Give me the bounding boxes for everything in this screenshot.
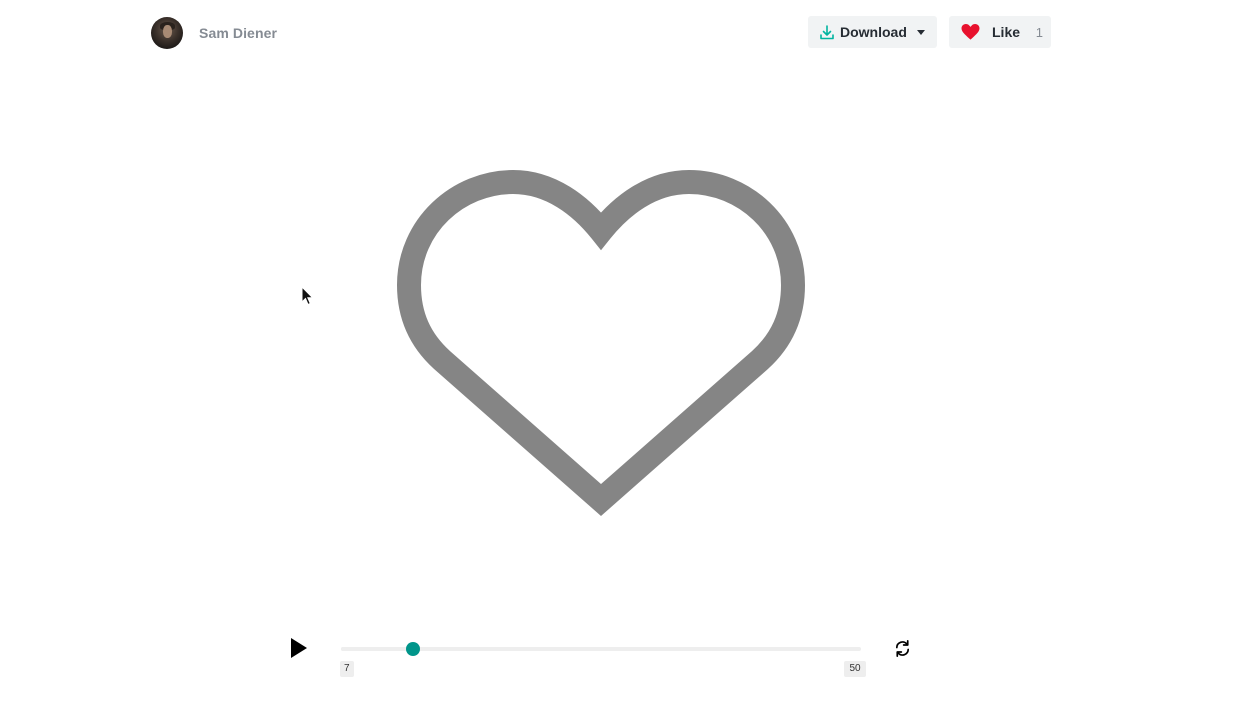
- download-label: Download: [840, 24, 907, 40]
- like-label: Like: [992, 24, 1021, 40]
- loop-icon[interactable]: [893, 639, 912, 658]
- scrubber-progress: [341, 647, 413, 651]
- heart-outline-shape: [396, 169, 806, 516]
- heart-icon: [961, 24, 980, 40]
- animation-preview-page: Sam Diener Download Like 1 7 50: [0, 0, 1248, 714]
- total-frames-label: 50: [844, 661, 866, 677]
- author-avatar[interactable]: [151, 17, 183, 49]
- download-button[interactable]: Download: [808, 16, 937, 48]
- scrubber-handle[interactable]: [405, 642, 420, 656]
- heart-animation: [396, 169, 806, 516]
- play-icon[interactable]: [289, 637, 309, 659]
- frame-scrubber[interactable]: [341, 642, 861, 656]
- chevron-down-icon: [916, 29, 925, 35]
- author-name[interactable]: Sam Diener: [199, 25, 277, 41]
- like-count: 1: [1035, 24, 1043, 40]
- download-icon: [820, 24, 834, 39]
- current-frame-label: 7: [340, 661, 354, 677]
- like-button[interactable]: Like 1: [949, 16, 1051, 48]
- author-link[interactable]: Sam Diener: [151, 17, 277, 49]
- mouse-cursor-icon: [301, 286, 314, 306]
